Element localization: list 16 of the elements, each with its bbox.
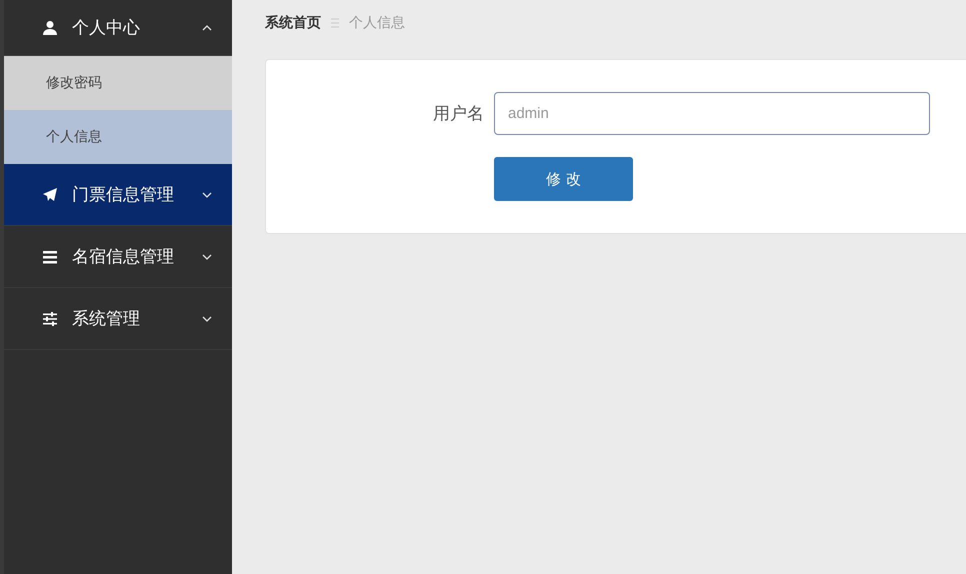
separator-icon bbox=[331, 18, 339, 28]
submenu-item[interactable]: 修改密码 bbox=[4, 56, 232, 110]
breadcrumb-item: 个人信息 bbox=[349, 14, 405, 32]
chevron-up-icon bbox=[202, 24, 212, 30]
chevron-down-icon bbox=[202, 192, 212, 198]
chevron-down-icon bbox=[202, 316, 212, 322]
menu-group[interactable]: 门票信息管理 bbox=[4, 164, 232, 226]
paper-plane-icon bbox=[42, 186, 58, 202]
breadcrumb-item[interactable]: 系统首页 bbox=[265, 14, 321, 32]
chevron-down-icon bbox=[202, 254, 212, 260]
sliders-icon bbox=[42, 310, 58, 326]
submenu-item[interactable]: 个人信息 bbox=[4, 110, 232, 164]
field-label: 用户名 bbox=[432, 103, 484, 125]
list-icon bbox=[42, 248, 58, 264]
submit-button[interactable]: 修 改 bbox=[494, 157, 633, 201]
user-icon bbox=[42, 20, 58, 36]
